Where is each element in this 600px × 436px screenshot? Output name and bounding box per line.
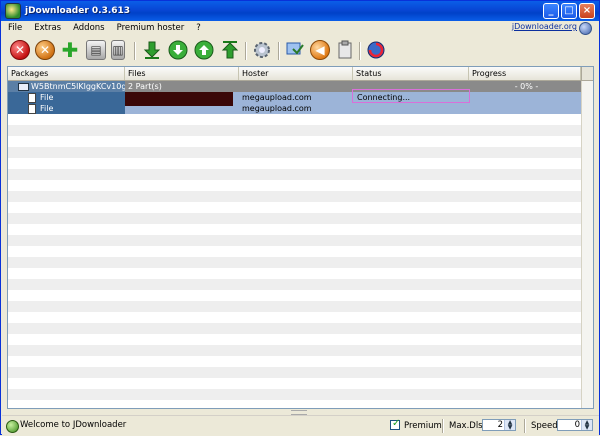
redacted-filename bbox=[125, 92, 233, 103]
column-header-packages[interactable]: Packages bbox=[8, 67, 125, 80]
file-row[interactable]: File megaupload.com bbox=[8, 103, 581, 114]
menu-help[interactable]: ? bbox=[190, 23, 207, 33]
file-row[interactable]: File megaupload.com Connecting... bbox=[8, 92, 581, 103]
vertical-scrollbar[interactable] bbox=[581, 81, 593, 408]
file-name: File bbox=[40, 93, 54, 102]
speed-label: Speed bbox=[531, 421, 558, 431]
menu-extras[interactable]: Extras bbox=[28, 23, 67, 33]
move-top-icon[interactable] bbox=[220, 40, 240, 60]
column-header-progress[interactable]: Progress bbox=[469, 67, 581, 80]
move-down-icon[interactable] bbox=[168, 40, 188, 60]
downloads-table[interactable]: Packages Files Hoster Status Progress W5… bbox=[7, 66, 594, 409]
table-header: Packages Files Hoster Status Progress bbox=[8, 67, 593, 81]
window-controls: _ □ × bbox=[543, 3, 595, 19]
move-bottom-icon[interactable] bbox=[142, 40, 162, 60]
file-icon bbox=[28, 92, 36, 103]
status-bar: Welcome to JDownloader ✓ Premium Max.Dls… bbox=[2, 415, 599, 436]
status-separator bbox=[442, 419, 444, 433]
package-files: 2 Part(s) bbox=[128, 82, 162, 91]
toolbar-separator bbox=[359, 42, 361, 60]
speed-spinner[interactable]: 0 ▲ ▼ bbox=[557, 419, 593, 431]
website-link[interactable]: jDownloader.org bbox=[512, 22, 577, 31]
column-header-hoster[interactable]: Hoster bbox=[239, 67, 353, 80]
file-status bbox=[353, 103, 469, 114]
redacted-filename bbox=[125, 103, 233, 106]
minimize-button[interactable]: _ bbox=[543, 3, 559, 19]
links-icon[interactable]: ▤ bbox=[86, 40, 106, 60]
clipboard-toggle-icon[interactable]: ◀ bbox=[310, 40, 330, 60]
max-downloads-value: 2 bbox=[497, 420, 503, 430]
toolbar-separator bbox=[245, 42, 247, 60]
speed-value: 0 bbox=[574, 420, 580, 430]
menu-bar: File Extras Addons Premium hoster ? jDow… bbox=[2, 21, 599, 35]
menu-file[interactable]: File bbox=[2, 23, 28, 33]
close-button[interactable]: × bbox=[579, 3, 595, 19]
title-bar[interactable]: jDownloader 0.3.613 _ □ × bbox=[1, 1, 599, 21]
add-icon[interactable]: ✚ bbox=[60, 40, 80, 60]
jdownloader-icon bbox=[5, 3, 21, 19]
package-folder-icon bbox=[18, 82, 29, 91]
max-downloads-spinner[interactable]: 2 ▲ ▼ bbox=[482, 419, 516, 431]
status-icon bbox=[6, 420, 19, 433]
premium-label: Premium bbox=[404, 421, 442, 431]
status-separator bbox=[524, 419, 526, 433]
status-highlight-box bbox=[352, 89, 470, 103]
package-progress: - 0% - bbox=[514, 82, 539, 91]
column-header-files[interactable]: Files bbox=[125, 67, 239, 80]
premium-checkbox[interactable]: ✓ bbox=[390, 418, 400, 430]
max-downloads-label: Max.Dls. bbox=[449, 421, 486, 431]
file-hoster: megaupload.com bbox=[242, 93, 312, 102]
clipboard-icon[interactable] bbox=[335, 40, 355, 60]
reconnect-icon[interactable] bbox=[285, 40, 305, 60]
column-header-status[interactable]: Status bbox=[353, 67, 469, 80]
window-title: jDownloader 0.3.613 bbox=[25, 6, 131, 16]
spinner-arrows-icon[interactable]: ▲ ▼ bbox=[504, 420, 515, 431]
trash-icon[interactable]: ▥ bbox=[111, 40, 125, 60]
menu-addons[interactable]: Addons bbox=[67, 23, 110, 33]
info-icon[interactable] bbox=[579, 22, 592, 35]
move-up-icon[interactable] bbox=[194, 40, 214, 60]
status-message: Welcome to JDownloader bbox=[20, 420, 127, 430]
settings-icon[interactable] bbox=[252, 40, 272, 60]
package-name: W5BtnmC5lKlggKCv10gi bbox=[31, 82, 125, 91]
toolbar-separator bbox=[278, 42, 280, 60]
stop-icon[interactable]: ✕ bbox=[10, 40, 30, 60]
file-name: File bbox=[40, 104, 54, 113]
app-window: jDownloader 0.3.613 _ □ × File Extras Ad… bbox=[0, 0, 600, 436]
update-icon[interactable] bbox=[366, 40, 386, 60]
spinner-arrows-icon[interactable]: ▲ ▼ bbox=[581, 420, 592, 431]
column-chooser-icon[interactable] bbox=[581, 67, 593, 80]
file-hoster: megaupload.com bbox=[242, 104, 312, 113]
cancel-icon[interactable]: ✕ bbox=[35, 40, 55, 60]
toolbar-separator bbox=[134, 42, 136, 60]
menu-premium-hoster[interactable]: Premium hoster bbox=[111, 23, 191, 33]
file-icon bbox=[28, 103, 36, 114]
maximize-button[interactable]: □ bbox=[561, 3, 577, 19]
package-row[interactable]: W5BtnmC5lKlggKCv10gi 2 Part(s) - 0% - bbox=[8, 81, 581, 92]
toolbar: ✕ ✕ ✚ ▤ ▥ ◀ bbox=[2, 36, 599, 65]
